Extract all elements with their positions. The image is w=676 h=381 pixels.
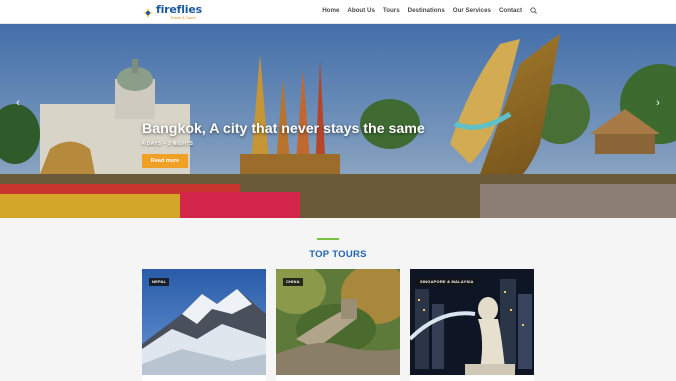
hero-subtitle: 4 DAYS – 3 NIGHTS [142, 141, 194, 147]
logo[interactable]: fireflies Travel & Tours [142, 3, 202, 21]
read-more-button[interactable]: Read more [142, 154, 188, 168]
section-divider [317, 238, 339, 240]
tour-tag: SINGAPORE & MALAYSIA [417, 278, 477, 286]
chevron-right-icon[interactable]: › [653, 97, 663, 109]
logo-tagline: Travel & Tours [170, 15, 196, 20]
hero-slider: ‹ › Bangkok, A city that never stays the… [0, 24, 676, 218]
hero-title: Bangkok, A city that never stays the sam… [142, 121, 425, 137]
site-header: fireflies Travel & Tours Home About Us T… [0, 0, 676, 24]
nav-about-us[interactable]: About Us [347, 7, 375, 14]
nav-home[interactable]: Home [322, 7, 339, 14]
tour-card-singapore-malaysia[interactable]: SINGAPORE & MALAYSIA [410, 269, 534, 381]
search-icon[interactable] [530, 7, 537, 14]
logo-name: fireflies [156, 3, 202, 16]
nav-our-services[interactable]: Our Services [453, 7, 491, 14]
nav-tours[interactable]: Tours [383, 7, 400, 14]
chevron-left-icon[interactable]: ‹ [13, 97, 23, 109]
firefly-logo-icon [142, 6, 154, 18]
tour-tag: NEPAL [149, 278, 170, 286]
tour-card-china[interactable]: CHINA [276, 269, 400, 381]
nav-destinations[interactable]: Destinations [408, 7, 445, 14]
tour-card-nepal[interactable]: NEPAL [142, 269, 266, 381]
section-title: TOP TOURS [309, 249, 367, 260]
main-nav: Home About Us Tours Destinations Our Ser… [322, 7, 537, 14]
nav-contact[interactable]: Contact [499, 7, 522, 14]
tour-tag: CHINA [283, 278, 303, 286]
